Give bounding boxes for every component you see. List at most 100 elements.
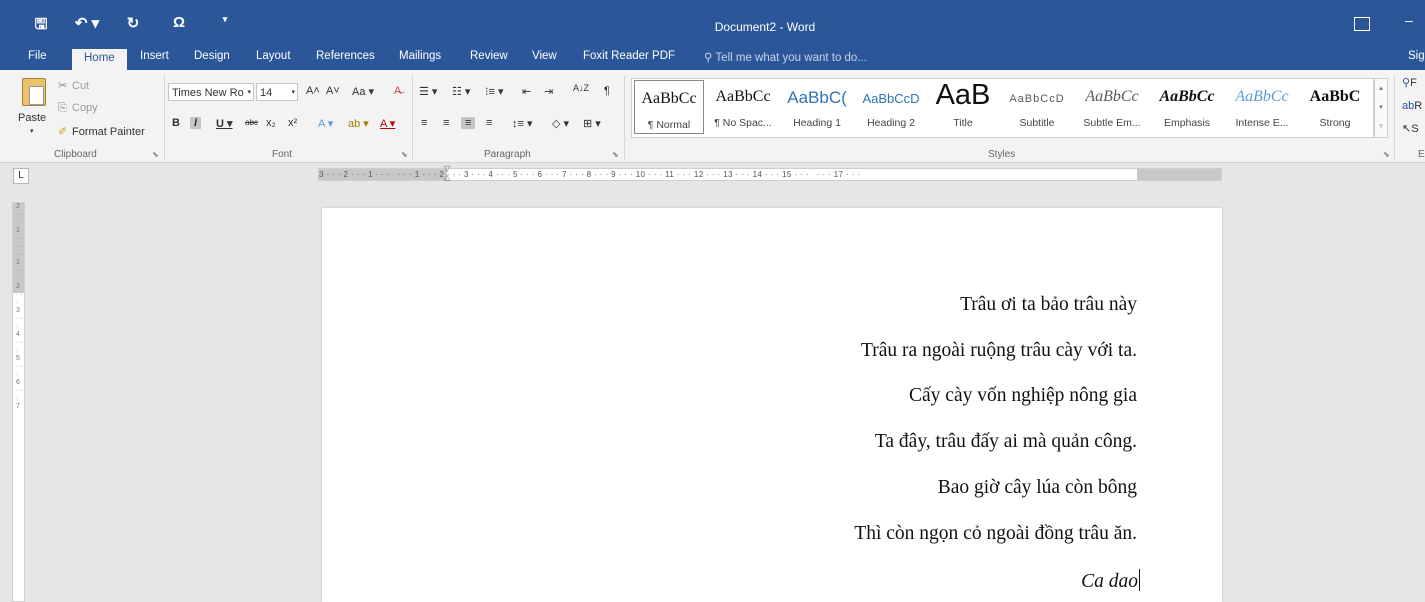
justify-button[interactable]: ≡: [486, 117, 492, 129]
style-title[interactable]: AaB Title: [928, 79, 998, 135]
style-subtitle[interactable]: AaBbCcD Subtitle: [1002, 79, 1072, 135]
replace-button[interactable]: abR: [1402, 100, 1422, 112]
style-heading-1[interactable]: AaBbC( Heading 1: [782, 79, 852, 135]
poem-line-6[interactable]: Thì còn ngọn cỏ ngoài đồng trâu ăn.: [854, 523, 1137, 545]
sign-in-link[interactable]: Sig: [1408, 50, 1425, 62]
paragraph-launcher-icon[interactable]: ⬊: [612, 150, 619, 159]
tab-home[interactable]: Home: [72, 49, 127, 70]
bullets-button[interactable]: ☰ ▾: [419, 85, 437, 98]
clipboard-launcher-icon[interactable]: ⬊: [152, 150, 159, 159]
styles-launcher-icon[interactable]: ⬊: [1383, 150, 1390, 159]
tab-foxit-reader-pdf[interactable]: Foxit Reader PDF: [583, 50, 675, 62]
style-no-spacing[interactable]: AaBbCc ¶ No Spac...: [708, 79, 778, 135]
find-button[interactable]: ⚲F: [1402, 76, 1417, 89]
poem-line-1[interactable]: Trâu ơi ta bảo trâu này: [960, 294, 1137, 316]
replace-label: R: [1414, 100, 1423, 112]
paste-button[interactable]: Paste: [18, 112, 46, 124]
style-name: Subtle Em...: [1083, 117, 1141, 129]
copy-button[interactable]: ⎘ Copy: [58, 102, 98, 115]
tab-view[interactable]: View: [532, 50, 557, 62]
show-formatting-button[interactable]: ¶: [604, 85, 610, 97]
format-painter-label: Format Painter: [72, 126, 145, 138]
style-preview: AaBbCc: [1159, 88, 1215, 105]
style-name: Heading 1: [793, 117, 841, 129]
paste-dropdown-icon[interactable]: ▾: [30, 127, 34, 135]
poem-line-2[interactable]: Trâu ra ngoài ruộng trâu cày với ta.: [861, 340, 1137, 362]
italic-button[interactable]: I: [190, 117, 202, 129]
font-color-button[interactable]: A ▾: [380, 117, 395, 130]
increase-indent-button[interactable]: ⇥: [544, 85, 553, 98]
tab-references[interactable]: References: [316, 50, 375, 62]
style-intense-emphasis[interactable]: AaBbCc Intense E...: [1226, 79, 1298, 135]
align-center-button[interactable]: ≡: [443, 117, 449, 129]
shrink-font-button[interactable]: A˅: [326, 85, 340, 97]
cut-button[interactable]: ✂ Cut: [58, 79, 89, 92]
poem-line-4[interactable]: Ta đây, trâu đấy ai mà quản công.: [875, 431, 1137, 453]
shading-button[interactable]: ◇ ▾: [552, 117, 569, 130]
strikethrough-button[interactable]: abc: [245, 118, 258, 127]
multilevel-list-button[interactable]: ⁝≡ ▾: [485, 85, 504, 98]
borders-button[interactable]: ⊞ ▾: [583, 117, 601, 130]
tab-selector[interactable]: L: [13, 168, 29, 184]
font-name-box[interactable]: Times New Ro ▾: [168, 83, 254, 101]
tab-review[interactable]: Review: [470, 50, 508, 62]
line-spacing-button[interactable]: ↕≡ ▾: [512, 117, 533, 130]
tab-insert[interactable]: Insert: [140, 50, 169, 62]
sort-button[interactable]: A↓Z: [573, 83, 589, 93]
underline-button[interactable]: U ▾: [216, 117, 233, 130]
chevron-up-icon[interactable]: ▴: [1375, 79, 1387, 98]
ribbon-display-options-icon[interactable]: [1354, 17, 1370, 31]
change-case-button[interactable]: Aa ▾: [352, 85, 374, 98]
tell-me-text: Tell me what you want to do...: [715, 52, 867, 64]
chevron-down-icon[interactable]: ▾: [1375, 98, 1387, 117]
tab-file[interactable]: File: [28, 50, 47, 62]
poem-attribution[interactable]: Ca dao: [1081, 569, 1140, 593]
superscript-button[interactable]: x²: [288, 117, 297, 129]
bold-button[interactable]: B: [172, 117, 180, 129]
style-name: ¶ Normal: [647, 119, 691, 131]
font-size-box[interactable]: 14 ▾: [256, 83, 298, 101]
font-launcher-icon[interactable]: ⬊: [401, 150, 408, 159]
styles-gallery: AaBbCc ¶ Normal AaBbCc ¶ No Spac... AaBb…: [631, 78, 1374, 138]
tell-me-box[interactable]: ⚲ Tell me what you want to do...: [704, 50, 867, 64]
ribbon-tabs: File Home Insert Design Layout Reference…: [0, 46, 1425, 70]
select-button[interactable]: ↖S: [1402, 122, 1419, 135]
copy-icon: ⎘: [58, 102, 67, 114]
paragraph-group-label: Paragraph: [484, 149, 531, 160]
decrease-indent-button[interactable]: ⇤: [522, 85, 531, 98]
style-preview: AaBbCc: [715, 88, 771, 105]
vertical-ruler[interactable]: 2 · · · 1 · · · · · · 1 · · · 2 · · · 3 …: [12, 202, 25, 602]
paste-icon[interactable]: [22, 78, 46, 106]
more-styles-icon[interactable]: ▿: [1375, 117, 1387, 136]
tab-layout[interactable]: Layout: [256, 50, 291, 62]
style-preview: AaBbC: [1309, 88, 1361, 105]
style-name: Intense E...: [1235, 117, 1289, 129]
tab-design[interactable]: Design: [194, 50, 230, 62]
align-right-button[interactable]: ≡: [461, 117, 476, 129]
tab-mailings[interactable]: Mailings: [399, 50, 441, 62]
format-painter-button[interactable]: ✐ Format Painter: [58, 125, 145, 138]
grow-font-button[interactable]: A˄: [306, 85, 320, 97]
minimize-button[interactable]: –: [1405, 12, 1413, 28]
highlight-color-button[interactable]: ab ▾: [348, 117, 369, 130]
style-heading-2[interactable]: AaBbCcD Heading 2: [856, 79, 926, 135]
align-left-button[interactable]: ≡: [421, 117, 427, 129]
clear-formatting-button[interactable]: A̶: [394, 85, 401, 97]
document-page[interactable]: Trâu ơi ta bảo trâu này Trâu ra ngoài ru…: [322, 208, 1222, 602]
numbering-button[interactable]: ☷ ▾: [452, 85, 470, 98]
horizontal-ruler[interactable]: 3 · · · 2 · · · 1 · · · · · · 1 · · · 2 …: [318, 168, 1222, 181]
style-preview: AaBbCc: [1235, 88, 1289, 105]
styles-scrollbar[interactable]: ▴ ▾ ▿: [1374, 78, 1388, 138]
text-effects-button[interactable]: A ▾: [318, 117, 333, 130]
indent-marker-icon[interactable]: ▽ △: [444, 164, 452, 188]
font-name-value: Times New Ro: [172, 87, 244, 99]
font-size-value: 14: [260, 87, 273, 99]
poem-line-5[interactable]: Bao giờ cây lúa còn bông: [938, 477, 1137, 499]
subscript-button[interactable]: x₂: [266, 117, 276, 129]
poem-line-3[interactable]: Cấy cày vốn nghiệp nông gia: [909, 385, 1137, 407]
magnifier-icon: ⚲: [1402, 77, 1411, 89]
style-strong[interactable]: AaBbC Strong: [1300, 79, 1370, 135]
style-normal[interactable]: AaBbCc ¶ Normal: [634, 80, 704, 134]
style-subtle-emphasis[interactable]: AaBbCc Subtle Em...: [1076, 79, 1148, 135]
style-emphasis[interactable]: AaBbCc Emphasis: [1152, 79, 1222, 135]
